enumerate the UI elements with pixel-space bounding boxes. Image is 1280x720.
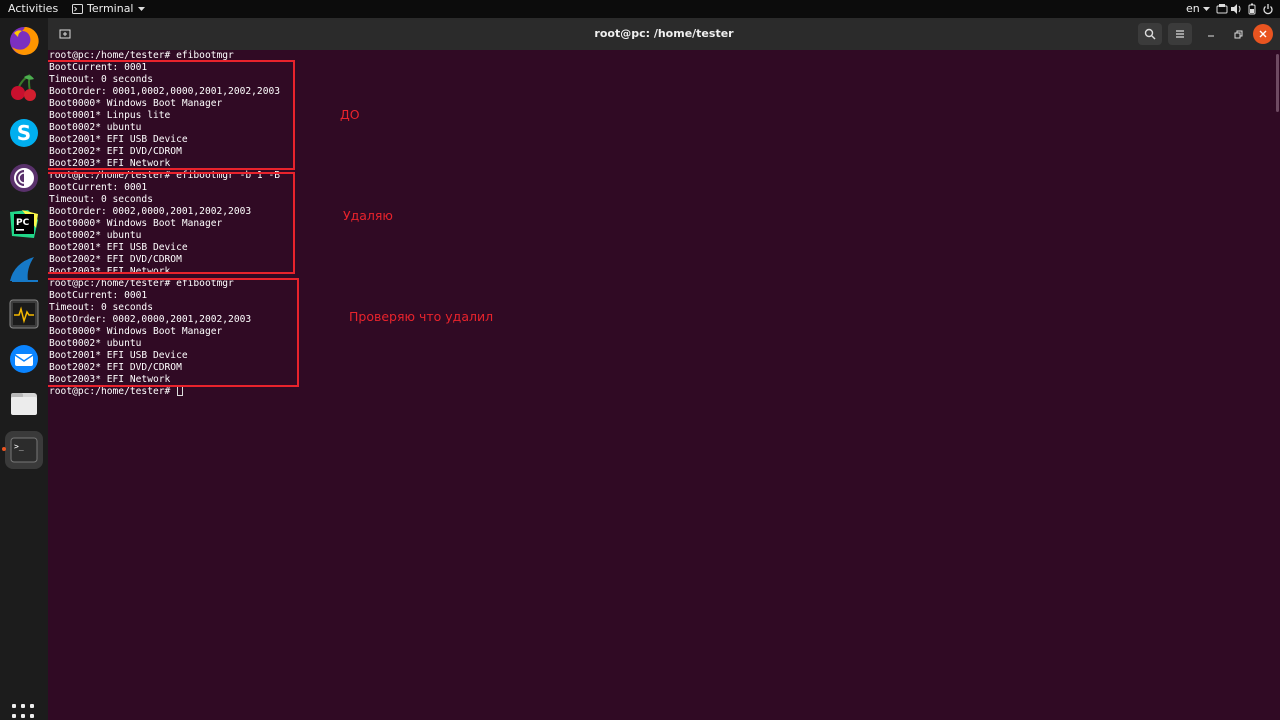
minimize-button[interactable] xyxy=(1199,23,1223,45)
title-bar[interactable]: root@pc: /home/tester xyxy=(48,18,1280,50)
hamburger-menu-icon xyxy=(1176,30,1184,38)
terminal-app-icon xyxy=(72,4,83,14)
svg-text:PC: PC xyxy=(16,218,30,228)
scrollbar[interactable] xyxy=(1276,54,1279,112)
firefox-icon xyxy=(10,26,39,55)
close-icon xyxy=(1259,30,1267,38)
terminal-window: root@pc: /home/tester root@pc:/home/test… xyxy=(48,18,1280,720)
restore-icon xyxy=(1234,30,1242,38)
top-bar: Activities Terminal en xyxy=(0,0,1280,18)
dock-tor-browser[interactable] xyxy=(5,159,43,197)
system-monitor-icon xyxy=(9,299,39,329)
chevron-down-icon xyxy=(137,6,145,11)
close-button[interactable] xyxy=(1253,24,1273,44)
tor-browser-icon xyxy=(10,164,38,192)
dock-terminal[interactable]: >_ xyxy=(5,431,43,469)
network-icon[interactable] xyxy=(1216,3,1228,15)
thunderbird-icon xyxy=(10,345,38,373)
files-icon xyxy=(11,393,37,415)
terminal-prompt: root@pc:/home/tester# xyxy=(49,386,177,397)
app-menu-label: Terminal xyxy=(87,2,134,15)
highlight-box-delete xyxy=(48,172,295,274)
annotation-verify: Проверяю что удалил xyxy=(349,309,494,324)
svg-text:>_: >_ xyxy=(14,442,24,451)
wireshark-icon xyxy=(10,257,38,282)
dock-wireshark[interactable] xyxy=(5,250,43,288)
highlight-box-before xyxy=(48,60,295,170)
dock-system-monitor[interactable] xyxy=(5,295,43,333)
battery-icon[interactable] xyxy=(1246,3,1258,15)
chevron-down-icon xyxy=(1203,7,1211,11)
search-button[interactable] xyxy=(1138,23,1162,45)
activities-button[interactable]: Activities xyxy=(8,2,58,16)
minimize-icon xyxy=(1208,35,1214,37)
show-applications-icon[interactable] xyxy=(12,704,36,720)
restore-button[interactable] xyxy=(1226,23,1250,45)
svg-text:S: S xyxy=(17,121,31,145)
dock: S PC >_ xyxy=(0,18,48,720)
dock-skype[interactable]: S xyxy=(5,114,43,152)
dock-files[interactable] xyxy=(5,385,43,423)
pycharm-icon: PC xyxy=(10,210,38,238)
search-icon xyxy=(1144,28,1156,40)
language-indicator[interactable]: en xyxy=(1186,2,1211,16)
dock-thunderbird[interactable] xyxy=(5,340,43,378)
skype-icon: S xyxy=(10,119,38,147)
dock-pycharm[interactable]: PC xyxy=(5,205,43,243)
app-menu[interactable]: Terminal xyxy=(72,2,145,16)
language-label: en xyxy=(1186,2,1200,15)
cherry-icon xyxy=(11,74,36,101)
terminal-icon: >_ xyxy=(10,437,38,463)
volume-icon[interactable] xyxy=(1230,3,1242,15)
terminal-prompt-line[interactable]: root@pc:/home/tester# xyxy=(49,386,449,398)
annotation-before: ДО xyxy=(340,107,360,122)
terminal-output[interactable]: root@pc:/home/tester# efibootmgr BootCurr… xyxy=(48,50,1276,720)
dock-firefox[interactable] xyxy=(5,22,43,60)
annotation-deleting: Удаляю xyxy=(343,208,393,223)
menu-button[interactable] xyxy=(1168,23,1192,45)
power-icon[interactable] xyxy=(1262,3,1274,15)
dock-cherry[interactable] xyxy=(5,68,43,106)
window-title: root@pc: /home/tester xyxy=(594,27,734,40)
terminal-cursor xyxy=(177,386,184,396)
highlight-box-verify xyxy=(48,278,299,387)
running-indicator xyxy=(2,447,6,451)
